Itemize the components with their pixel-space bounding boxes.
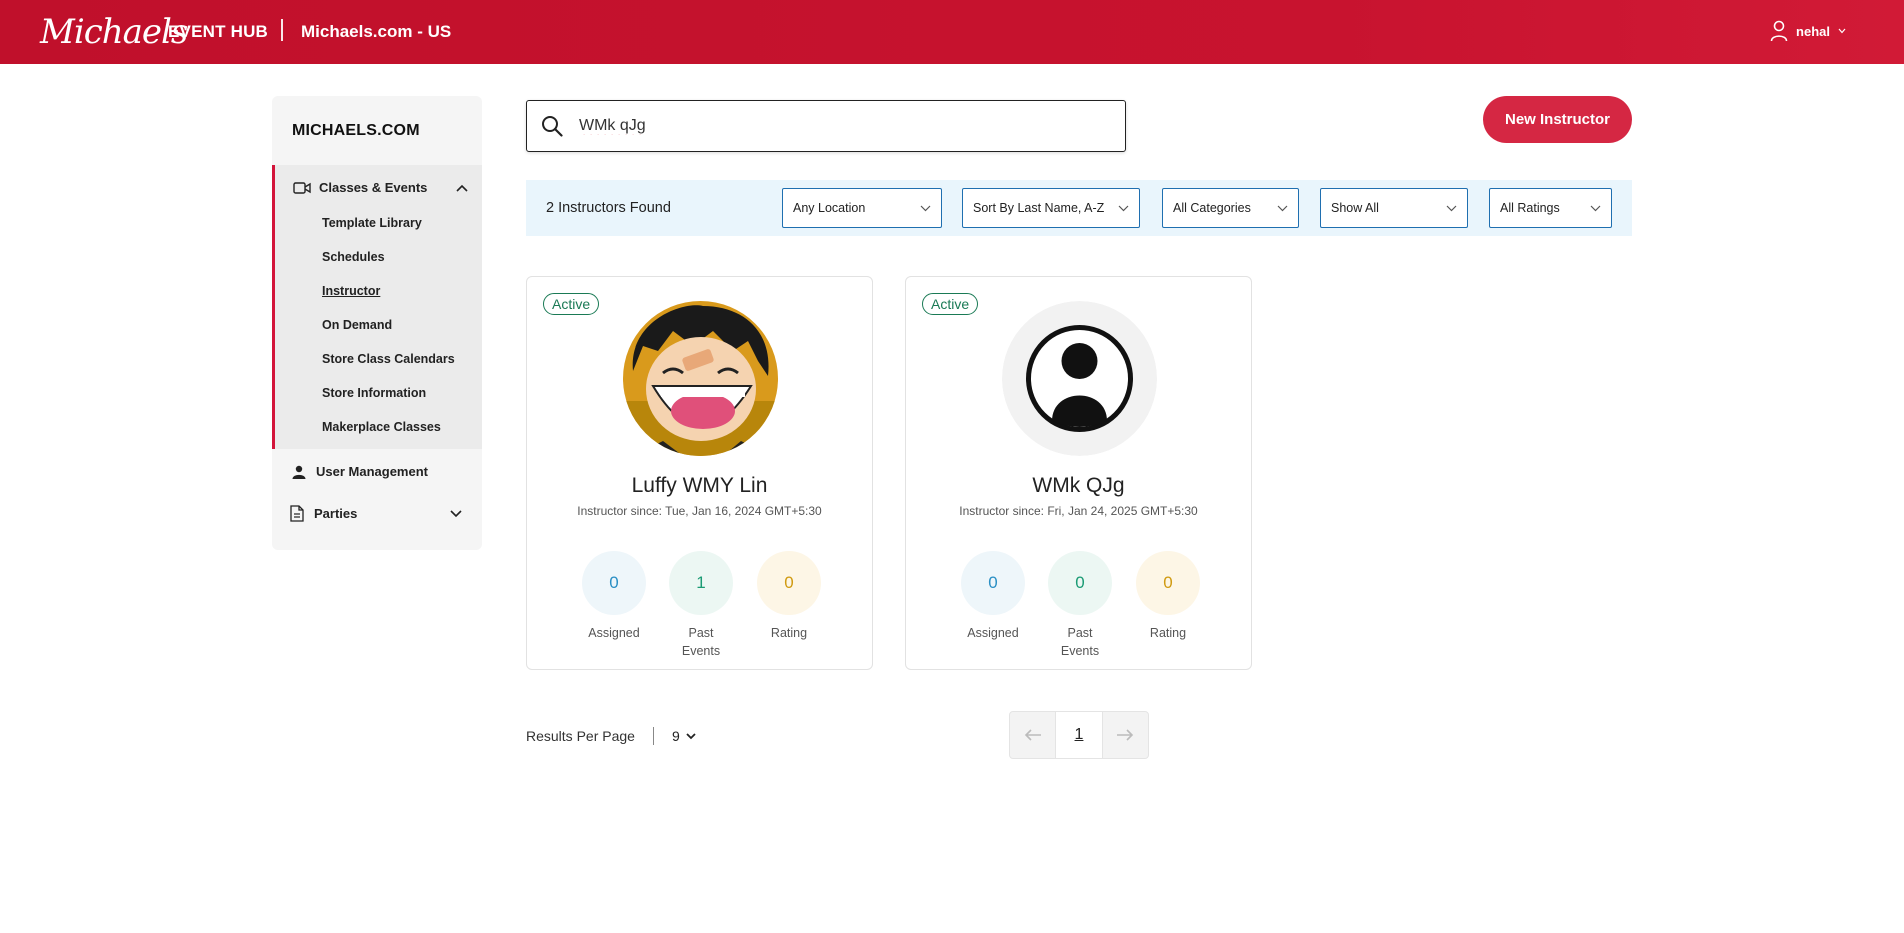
instructor-since: Instructor since: Tue, Jan 16, 2024 GMT+…	[527, 504, 872, 518]
sort-select-value: Sort By Last Name, A-Z	[973, 201, 1105, 215]
stat-assigned: 0 Assigned	[581, 551, 647, 643]
stat-label-line1: Past	[1067, 626, 1093, 640]
michaels-logo[interactable]: Michaels	[40, 12, 188, 52]
status-badge: Active	[543, 293, 600, 315]
sidebar: MICHAELS.COM Classes & Events Template L…	[272, 96, 482, 550]
stat-past-events: 1 Past Events	[668, 551, 734, 660]
stat-label: Rating	[770, 626, 808, 640]
caret-down-icon	[1838, 28, 1846, 34]
stat-label: Past Events	[668, 625, 734, 660]
chevron-down-icon	[1118, 205, 1129, 211]
past-events-count: 1	[669, 551, 733, 615]
search-box	[526, 100, 1126, 152]
sidebar-item-label: User Management	[316, 464, 428, 479]
new-instructor-button[interactable]: New Instructor	[1483, 96, 1632, 143]
location-select[interactable]: Any Location	[782, 188, 942, 228]
site-name: Michaels.com - US	[301, 22, 452, 41]
prev-page-button[interactable]	[1010, 712, 1055, 758]
per-page-value: 9	[671, 728, 680, 744]
header-divider	[281, 19, 283, 41]
since-date: Fri, Jan 24, 2025 GMT+5:30	[1047, 504, 1198, 518]
assigned-count: 0	[582, 551, 646, 615]
chevron-down-icon[interactable]	[450, 509, 462, 518]
location-select-value: Any Location	[793, 201, 866, 215]
stat-label-line2: Events	[681, 643, 721, 658]
search-input[interactable]	[579, 117, 1079, 135]
past-events-count: 0	[1048, 551, 1112, 615]
stat-label-line1: Past	[688, 626, 714, 640]
stat-label: Assigned	[967, 626, 1019, 640]
stat-label: Rating	[1149, 626, 1187, 640]
sidebar-item-label: Classes & Events	[319, 180, 428, 195]
rating-count: 0	[757, 551, 821, 615]
user-name: nehal	[1796, 23, 1830, 39]
stat-rating: 0 Rating	[1135, 551, 1201, 643]
person-icon	[292, 465, 306, 479]
chevron-down-icon	[686, 732, 696, 739]
stat-past-events: 0 Past Events	[1047, 551, 1113, 660]
stat-label: Past Events	[1047, 625, 1113, 660]
sort-select[interactable]: Sort By Last Name, A-Z	[962, 188, 1140, 228]
filter-bar: 2 Instructors Found Any Location Sort By…	[526, 180, 1632, 236]
divider	[652, 727, 654, 745]
since-label: Instructor since:	[959, 504, 1044, 518]
arrow-left-icon	[1024, 729, 1041, 741]
results-per-page-label: Results Per Page	[526, 728, 635, 744]
sidebar-item-on-demand[interactable]: On Demand	[322, 318, 392, 332]
sidebar-item-instructor[interactable]: Instructor	[322, 284, 380, 298]
chevron-down-icon	[1590, 205, 1601, 211]
arrow-right-icon	[1117, 729, 1134, 741]
search-icon[interactable]	[541, 115, 563, 137]
categories-select[interactable]: All Categories	[1162, 188, 1299, 228]
instructor-since: Instructor since: Fri, Jan 24, 2025 GMT+…	[906, 504, 1251, 518]
sidebar-item-user-management[interactable]: User Management	[292, 464, 462, 479]
ratings-select-value: All Ratings	[1500, 201, 1560, 215]
document-icon	[290, 505, 304, 522]
rating-count: 0	[1136, 551, 1200, 615]
user-menu[interactable]: nehal	[1770, 20, 1846, 42]
instructor-name[interactable]: WMk QJg	[906, 474, 1251, 498]
since-date: Tue, Jan 16, 2024 GMT+5:30	[665, 504, 822, 518]
sidebar-item-store-information[interactable]: Store Information	[322, 386, 426, 400]
sidebar-item-parties[interactable]: Parties	[290, 505, 462, 522]
user-icon	[1770, 20, 1788, 42]
video-camera-icon	[293, 181, 311, 194]
stat-label: Assigned	[588, 626, 640, 640]
chevron-down-icon	[1446, 205, 1457, 211]
stat-assigned: 0 Assigned	[960, 551, 1026, 643]
avatar	[623, 301, 778, 456]
categories-select-value: All Categories	[1173, 201, 1251, 215]
results-per-page: Results Per Page 9	[526, 727, 696, 745]
pagination: 1	[1009, 711, 1149, 759]
since-label: Instructor since:	[577, 504, 662, 518]
page-number-button[interactable]: 1	[1055, 712, 1103, 758]
instructor-card[interactable]: Active Luffy WMY Lin Instructor since: T…	[526, 276, 873, 670]
sidebar-item-classes-events[interactable]: Classes & Events	[293, 180, 468, 195]
show-select[interactable]: Show All	[1320, 188, 1468, 228]
assigned-count: 0	[961, 551, 1025, 615]
sidebar-item-makerplace-classes[interactable]: Makerplace Classes	[322, 420, 441, 434]
per-page-select[interactable]: 9	[672, 728, 696, 744]
sidebar-item-schedules[interactable]: Schedules	[322, 250, 385, 264]
sidebar-title: MICHAELS.COM	[292, 122, 420, 139]
sidebar-item-label: Parties	[314, 506, 358, 521]
status-badge: Active	[922, 293, 979, 315]
chevron-down-icon	[920, 205, 931, 211]
instructor-name[interactable]: Luffy WMY Lin	[527, 474, 872, 498]
stat-label-line2: Events	[1060, 643, 1100, 658]
sidebar-item-template-library[interactable]: Template Library	[322, 216, 422, 230]
top-header: Michaels EVENT HUB Michaels.com - US neh…	[0, 0, 1904, 64]
stat-rating: 0 Rating	[756, 551, 822, 643]
instructor-card[interactable]: Active WMk QJg Instructor since: Fri, Ja…	[905, 276, 1252, 670]
avatar	[1002, 301, 1157, 456]
chevron-down-icon	[1277, 205, 1288, 211]
ratings-select[interactable]: All Ratings	[1489, 188, 1612, 228]
app-name: EVENT HUB	[168, 22, 269, 41]
show-select-value: Show All	[1331, 201, 1379, 215]
chevron-up-icon[interactable]	[456, 184, 468, 192]
sidebar-item-store-class-calendars[interactable]: Store Class Calendars	[322, 352, 455, 366]
results-count: 2 Instructors Found	[546, 200, 671, 216]
sidebar-group-classes-events: Classes & Events Template Library Schedu…	[272, 165, 482, 449]
next-page-button[interactable]	[1103, 712, 1148, 758]
